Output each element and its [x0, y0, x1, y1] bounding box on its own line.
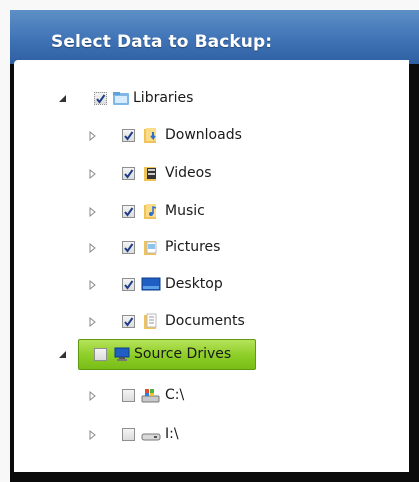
source-drives-checkbox[interactable]: [94, 348, 107, 361]
tree-node-music[interactable]: Music: [14, 199, 394, 225]
expand-arrow-icon[interactable]: [88, 317, 98, 327]
page-title: Select Data to Backup:: [51, 32, 273, 52]
tree-node-videos[interactable]: Videos: [14, 161, 394, 187]
downloads-checkbox[interactable]: [122, 129, 135, 142]
drive-i-label: I:\: [165, 426, 179, 442]
expand-arrow-icon[interactable]: [88, 430, 98, 440]
removable-drive-icon: [141, 425, 161, 443]
libraries-checkbox[interactable]: [94, 92, 107, 105]
expand-arrow-icon[interactable]: [88, 207, 98, 217]
drive-i-checkbox[interactable]: [122, 428, 135, 441]
music-checkbox[interactable]: [122, 205, 135, 218]
backup-dialog: Select Data to Backup: Libraries Downloa…: [0, 0, 419, 482]
source-drives-label: Source Drives: [134, 346, 232, 362]
header-bar: Select Data to Backup:: [10, 10, 419, 64]
tree-panel[interactable]: Libraries Downloads Videos Music Picture…: [14, 60, 409, 472]
expand-arrow-icon[interactable]: [88, 131, 98, 141]
videos-checkbox[interactable]: [122, 167, 135, 180]
pictures-checkbox[interactable]: [122, 241, 135, 254]
videos-label: Videos: [165, 165, 212, 181]
system-drive-icon: [141, 386, 160, 404]
computer-icon: [113, 345, 131, 363]
tree-node-downloads[interactable]: Downloads: [14, 123, 394, 149]
tree-node-drive-c[interactable]: C:\: [14, 383, 394, 409]
desktop-label: Desktop: [165, 276, 223, 292]
collapse-arrow-icon[interactable]: [58, 94, 68, 104]
tree-node-documents[interactable]: Documents: [14, 309, 394, 335]
expand-arrow-icon[interactable]: [88, 169, 98, 179]
tree-node-pictures[interactable]: Pictures: [14, 235, 394, 261]
tree-node-desktop[interactable]: Desktop: [14, 272, 394, 298]
downloads-label: Downloads: [165, 127, 242, 143]
desktop-checkbox[interactable]: [122, 278, 135, 291]
expand-arrow-icon[interactable]: [88, 243, 98, 253]
expand-arrow-icon[interactable]: [88, 280, 98, 290]
expand-arrow-icon[interactable]: [88, 391, 98, 401]
downloads-folder-icon: [142, 126, 160, 144]
libraries-folder-icon: [112, 89, 130, 107]
tree-node-source-drives[interactable]: Source Drives: [14, 342, 394, 368]
drive-c-checkbox[interactable]: [122, 389, 135, 402]
music-label: Music: [165, 203, 205, 219]
drive-c-label: C:\: [165, 387, 185, 403]
collapse-arrow-icon[interactable]: [58, 350, 68, 360]
documents-folder-icon: [142, 312, 160, 330]
documents-checkbox[interactable]: [122, 315, 135, 328]
documents-label: Documents: [165, 313, 245, 329]
pictures-label: Pictures: [165, 239, 221, 255]
pictures-folder-icon: [142, 238, 160, 256]
videos-folder-icon: [142, 164, 160, 182]
music-folder-icon: [142, 202, 160, 220]
tree-node-drive-i[interactable]: I:\: [14, 422, 394, 448]
tree-node-libraries[interactable]: Libraries: [14, 86, 394, 112]
desktop-icon: [141, 275, 161, 293]
libraries-label: Libraries: [133, 90, 194, 106]
